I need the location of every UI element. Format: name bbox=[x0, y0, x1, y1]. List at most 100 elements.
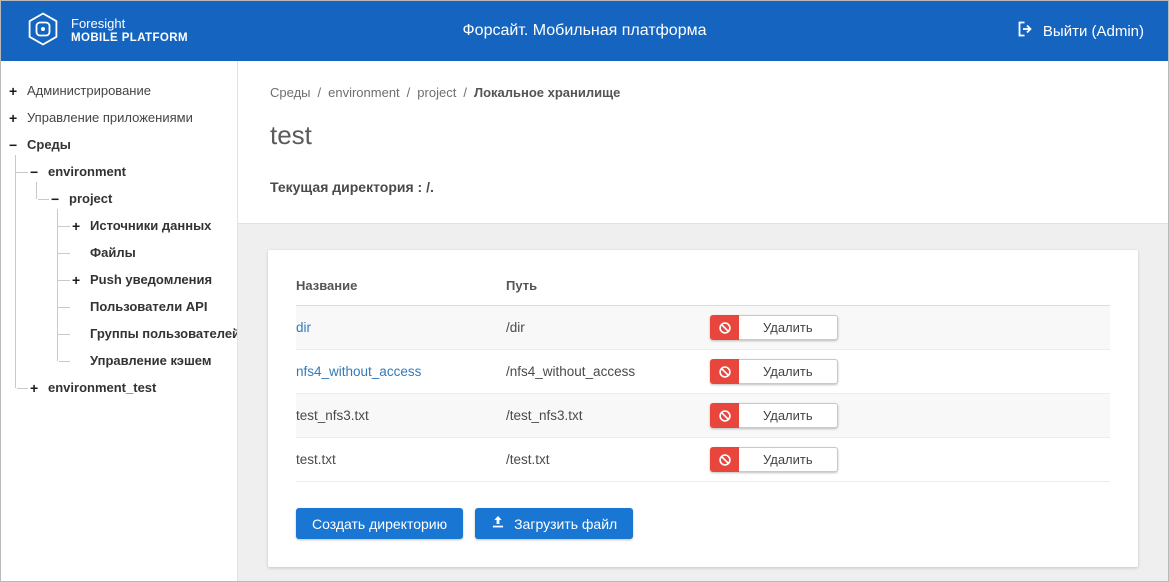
sidebar-item-data-sources[interactable]: + Источники данных bbox=[72, 212, 233, 239]
delete-button[interactable]: Удалить bbox=[710, 359, 838, 384]
expand-icon[interactable]: + bbox=[72, 273, 87, 287]
sidebar-item-cache-management[interactable]: Управление кэшем bbox=[72, 347, 233, 374]
sidebar-item-files[interactable]: Файлы bbox=[72, 239, 233, 266]
sidebar-item-environment-test[interactable]: + environment_test bbox=[30, 374, 233, 401]
logout-icon bbox=[1016, 20, 1034, 42]
upload-file-label: Загрузить файл bbox=[514, 516, 617, 532]
column-header-actions bbox=[710, 264, 1110, 306]
files-table: Название Путь dir /dir bbox=[296, 264, 1110, 482]
delete-button-label: Удалить bbox=[739, 447, 838, 472]
file-path: /test.txt bbox=[506, 438, 710, 482]
page-head: Среды / environment / project / Локально… bbox=[238, 61, 1168, 224]
expand-icon[interactable]: + bbox=[30, 381, 45, 395]
delete-button-label: Удалить bbox=[739, 403, 838, 428]
sidebar-item-label[interactable]: Файлы bbox=[87, 245, 136, 260]
delete-button[interactable]: Удалить bbox=[710, 315, 838, 340]
breadcrumb-separator: / bbox=[407, 85, 411, 100]
collapse-icon[interactable]: − bbox=[9, 138, 24, 152]
sidebar-item-project[interactable]: − project bbox=[51, 185, 233, 212]
collapse-icon[interactable]: − bbox=[30, 165, 45, 179]
column-header-name: Название bbox=[296, 264, 506, 306]
app-window: Foresight MOBILE PLATFORM Форсайт. Мобил… bbox=[0, 0, 1169, 582]
sidebar-item-api-users[interactable]: Пользователи API bbox=[72, 293, 233, 320]
sidebar-item-cache-li: Управление кэшем bbox=[72, 347, 233, 374]
table-row: test_nfs3.txt /test_nfs3.txt Удалить bbox=[296, 394, 1110, 438]
sidebar-item-environment[interactable]: − environment bbox=[30, 158, 233, 185]
sidebar-item-app-management[interactable]: + Управление приложениями bbox=[9, 104, 233, 131]
breadcrumb-separator: / bbox=[318, 85, 322, 100]
nav-tree: + Администрирование + Управление приложе… bbox=[9, 77, 233, 401]
delete-button-label: Удалить bbox=[739, 315, 838, 340]
sidebar-item-label[interactable]: Группы пользователей bbox=[87, 326, 238, 341]
sidebar-item-environments-li: − Среды − environment bbox=[9, 131, 233, 401]
file-path: /test_nfs3.txt bbox=[506, 394, 710, 438]
sidebar-item-label[interactable]: Управление кэшем bbox=[87, 353, 211, 368]
sidebar-item-administration-li: + Администрирование bbox=[9, 77, 233, 104]
files-card: Название Путь dir /dir bbox=[268, 250, 1138, 567]
upload-file-button[interactable]: Загрузить файл bbox=[475, 508, 633, 539]
sidebar-item-environment-test-li: + environment_test bbox=[30, 374, 233, 401]
app-title: Форсайт. Мобильная платформа bbox=[463, 22, 707, 40]
sidebar-item-label[interactable]: Источники данных bbox=[87, 218, 211, 233]
column-header-path: Путь bbox=[506, 264, 710, 306]
sidebar-item-label[interactable]: environment_test bbox=[45, 380, 156, 395]
brand-text: Foresight MOBILE PLATFORM bbox=[71, 16, 188, 45]
page-title: test bbox=[270, 120, 1136, 151]
breadcrumb-item[interactable]: environment bbox=[328, 85, 400, 100]
brand-subtitle: MOBILE PLATFORM bbox=[71, 32, 188, 46]
card-actions: Создать директорию Загрузить файл bbox=[296, 508, 1110, 539]
sidebar-item-environments[interactable]: − Среды bbox=[9, 131, 233, 158]
prohibition-icon bbox=[710, 315, 739, 340]
sidebar-item-app-management-li: + Управление приложениями bbox=[9, 104, 233, 131]
sidebar-item-administration[interactable]: + Администрирование bbox=[9, 77, 233, 104]
expand-icon[interactable]: + bbox=[72, 219, 87, 233]
sidebar-item-push-notifications[interactable]: + Push уведомления bbox=[72, 266, 233, 293]
breadcrumb-item[interactable]: Среды bbox=[270, 85, 311, 100]
prohibition-icon bbox=[710, 447, 739, 472]
upload-icon bbox=[491, 515, 505, 532]
delete-button[interactable]: Удалить bbox=[710, 403, 838, 428]
create-directory-label: Создать директорию bbox=[312, 516, 447, 532]
sidebar: + Администрирование + Управление приложе… bbox=[1, 61, 238, 581]
breadcrumb: Среды / environment / project / Локально… bbox=[270, 85, 1136, 100]
sidebar-item-data-sources-li: + Источники данных bbox=[72, 212, 233, 239]
sidebar-item-environment-li: − environment − project bbox=[30, 158, 233, 374]
table-row: test.txt /test.txt Удалить bbox=[296, 438, 1110, 482]
sidebar-item-user-groups[interactable]: Группы пользователей bbox=[72, 320, 233, 347]
logout-label: Выйти (Admin) bbox=[1043, 23, 1144, 40]
expand-icon[interactable]: + bbox=[9, 111, 24, 125]
foresight-logo-icon bbox=[25, 11, 61, 52]
table-header-row: Название Путь bbox=[296, 264, 1110, 306]
sidebar-item-label[interactable]: Push уведомления bbox=[87, 272, 212, 287]
sidebar-item-user-groups-li: Группы пользователей bbox=[72, 320, 233, 347]
sidebar-item-push-li: + Push уведомления bbox=[72, 266, 233, 293]
sidebar-item-api-users-li: Пользователи API bbox=[72, 293, 233, 320]
file-path: /nfs4_without_access bbox=[506, 350, 710, 394]
brand-title: Foresight bbox=[71, 16, 188, 32]
logout-button[interactable]: Выйти (Admin) bbox=[1016, 20, 1144, 42]
header: Foresight MOBILE PLATFORM Форсайт. Мобил… bbox=[1, 1, 1168, 61]
sidebar-item-label[interactable]: project bbox=[66, 191, 112, 206]
delete-button[interactable]: Удалить bbox=[710, 447, 838, 472]
file-name-link[interactable]: nfs4_without_access bbox=[296, 364, 421, 379]
collapse-icon[interactable]: − bbox=[51, 192, 66, 206]
sidebar-item-label[interactable]: Управление приложениями bbox=[24, 110, 193, 125]
prohibition-icon bbox=[710, 359, 739, 384]
table-row: nfs4_without_access /nfs4_without_access… bbox=[296, 350, 1110, 394]
prohibition-icon bbox=[710, 403, 739, 428]
file-name-link[interactable]: dir bbox=[296, 320, 311, 335]
create-directory-button[interactable]: Создать директорию bbox=[296, 508, 463, 539]
sidebar-item-project-li: − project + Источники данных bbox=[51, 185, 233, 374]
sidebar-item-label[interactable]: environment bbox=[45, 164, 126, 179]
breadcrumb-item[interactable]: project bbox=[417, 85, 456, 100]
sidebar-item-label[interactable]: Пользователи API bbox=[87, 299, 207, 314]
table-row: dir /dir Удалить bbox=[296, 306, 1110, 350]
content-area: Название Путь dir /dir bbox=[238, 224, 1168, 581]
expand-icon[interactable]: + bbox=[9, 84, 24, 98]
sidebar-item-label[interactable]: Администрирование bbox=[24, 83, 151, 98]
breadcrumb-current: Локальное хранилище bbox=[474, 85, 620, 100]
current-directory-label: Текущая директория : /. bbox=[270, 179, 1136, 195]
file-path: /dir bbox=[506, 306, 710, 350]
sidebar-item-label[interactable]: Среды bbox=[24, 137, 71, 152]
file-name: test_nfs3.txt bbox=[296, 408, 369, 423]
